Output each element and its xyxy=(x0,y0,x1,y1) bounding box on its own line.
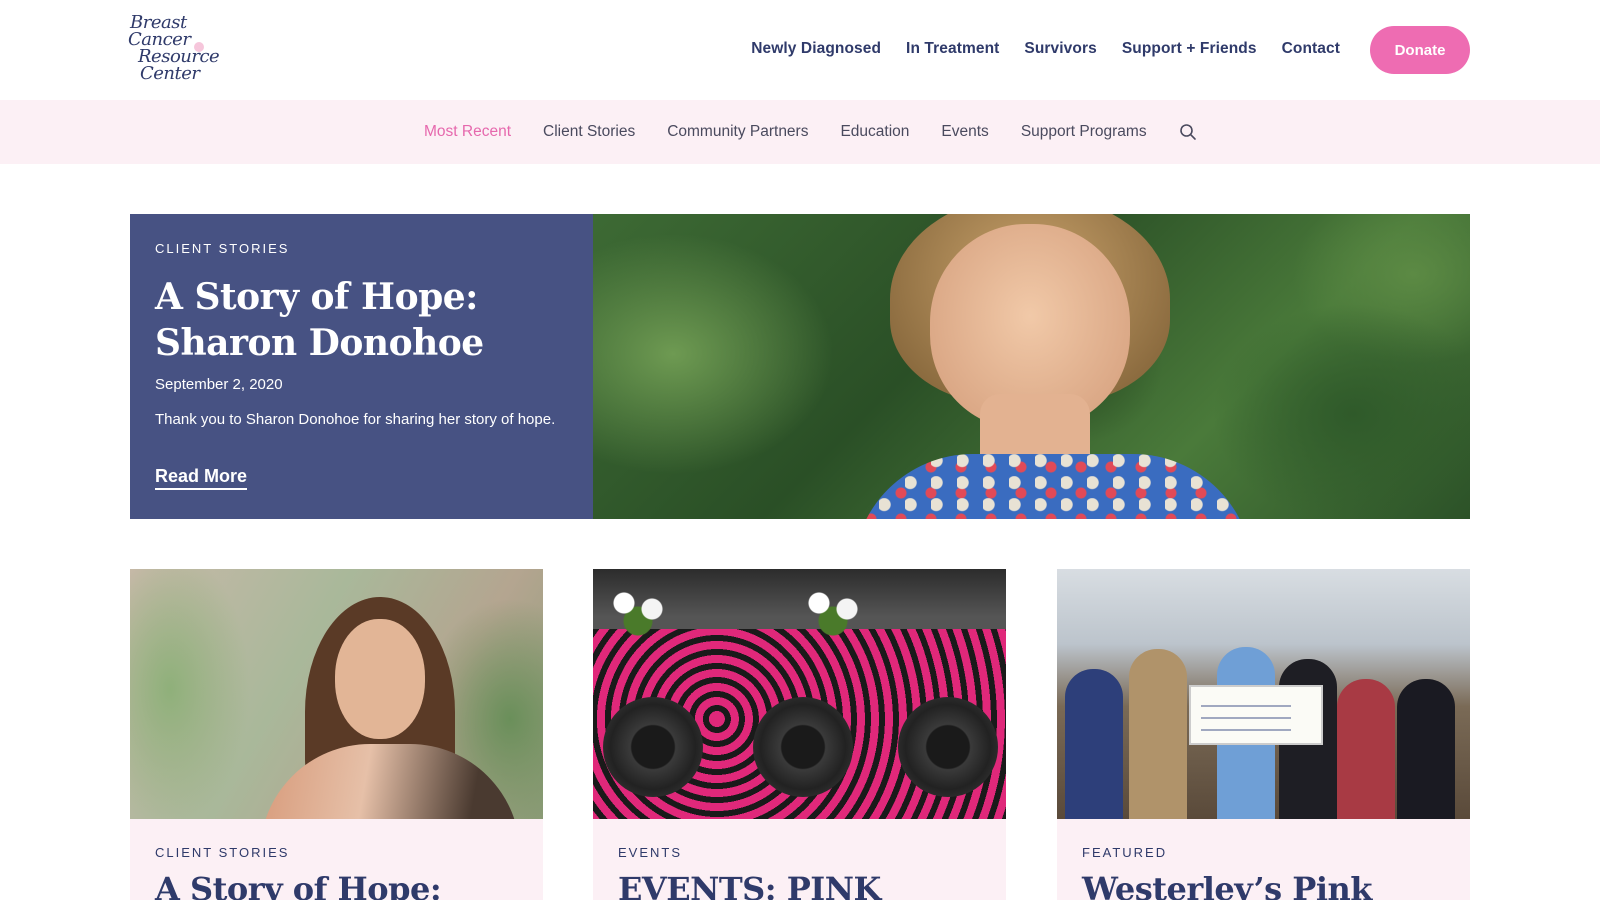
main-nav: Newly Diagnosed In Treatment Survivors S… xyxy=(751,40,1340,58)
featured-post-title[interactable]: A Story of Hope: Sharon Donohoe xyxy=(155,274,575,366)
tab-education[interactable]: Education xyxy=(840,123,909,141)
photo-shape xyxy=(603,697,703,797)
donation-check xyxy=(1189,685,1323,745)
category-nav: Most Recent Client Stories Community Par… xyxy=(0,100,1600,164)
search-icon[interactable] xyxy=(1179,123,1197,141)
post-card-title[interactable]: EVENTS: PINK xyxy=(618,869,881,900)
photo-shape xyxy=(853,454,1253,519)
post-card-image[interactable] xyxy=(1057,569,1470,819)
tab-most-recent[interactable]: Most Recent xyxy=(424,123,511,141)
post-card[interactable]: FEATURED Westerley’s Pink xyxy=(1057,569,1470,900)
category-nav-list: Most Recent Client Stories Community Par… xyxy=(424,100,1197,164)
nav-support-friends[interactable]: Support + Friends xyxy=(1122,40,1257,58)
post-card[interactable]: CLIENT STORIES A Story of Hope: xyxy=(130,569,543,900)
nav-newly-diagnosed[interactable]: Newly Diagnosed xyxy=(751,40,881,58)
nav-survivors[interactable]: Survivors xyxy=(1024,40,1096,58)
post-card-title[interactable]: Westerley’s Pink xyxy=(1082,869,1372,900)
pink-ribbon-icon xyxy=(194,42,204,52)
photo-shape xyxy=(335,619,425,739)
tab-support-programs[interactable]: Support Programs xyxy=(1021,123,1147,141)
site-header: Breast Cancer Resource Center Newly Diag… xyxy=(0,0,1600,100)
post-card-title[interactable]: A Story of Hope: xyxy=(155,869,442,900)
nav-contact[interactable]: Contact xyxy=(1282,40,1340,58)
tab-community-partners[interactable]: Community Partners xyxy=(667,123,808,141)
photo-shape xyxy=(898,697,998,797)
photo-shape xyxy=(260,744,520,819)
photo-shape xyxy=(1397,679,1455,819)
tab-events[interactable]: Events xyxy=(941,123,988,141)
donate-button[interactable]: Donate xyxy=(1370,26,1470,74)
featured-post-category[interactable]: CLIENT STORIES xyxy=(155,241,289,256)
tab-client-stories[interactable]: Client Stories xyxy=(543,123,635,141)
photo-shape xyxy=(753,697,853,797)
site-logo[interactable]: Breast Cancer Resource Center xyxy=(128,14,220,88)
post-card-category[interactable]: CLIENT STORIES xyxy=(155,845,289,860)
featured-post: CLIENT STORIES A Story of Hope: Sharon D… xyxy=(130,214,1470,519)
post-card-image[interactable] xyxy=(593,569,1006,819)
photo-shape xyxy=(1337,679,1395,819)
featured-post-date: September 2, 2020 xyxy=(155,376,283,393)
photo-shape xyxy=(1065,669,1123,819)
read-more-link[interactable]: Read More xyxy=(155,466,248,490)
post-card-category[interactable]: EVENTS xyxy=(618,845,682,860)
logo-text-line: Center xyxy=(140,63,200,84)
featured-post-image[interactable] xyxy=(593,214,1470,519)
post-card-category[interactable]: FEATURED xyxy=(1082,845,1167,860)
post-card[interactable]: EVENTS EVENTS: PINK xyxy=(593,569,1006,900)
post-card-image[interactable] xyxy=(130,569,543,819)
photo-shape xyxy=(798,579,868,639)
nav-in-treatment[interactable]: In Treatment xyxy=(906,40,999,58)
photo-shape xyxy=(1129,649,1187,819)
featured-post-excerpt: Thank you to Sharon Donohoe for sharing … xyxy=(155,411,556,428)
photo-shape xyxy=(603,579,673,639)
featured-post-panel: CLIENT STORIES A Story of Hope: Sharon D… xyxy=(130,214,593,519)
